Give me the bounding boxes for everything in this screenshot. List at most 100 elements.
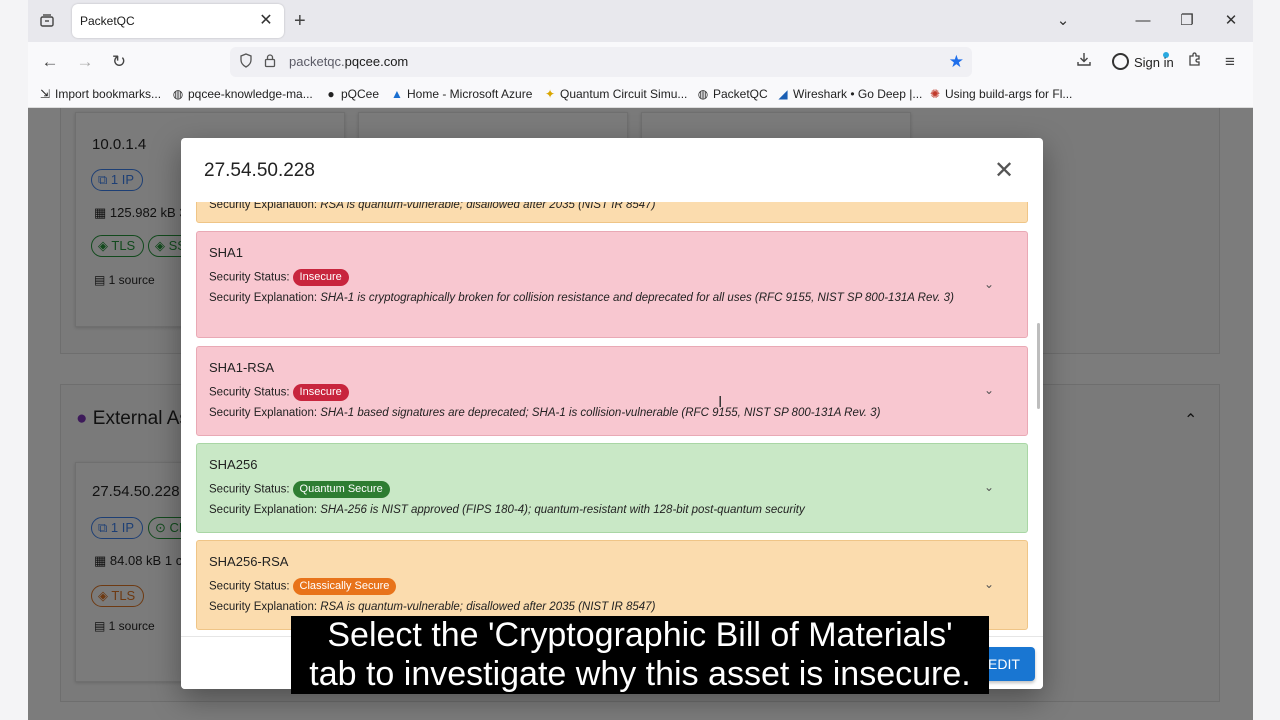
collapse-icon[interactable]: ⌃ <box>1184 410 1197 430</box>
sign-in-button[interactable]: Sign in <box>1106 47 1186 77</box>
download-icon[interactable] <box>1072 51 1096 73</box>
item-explanation: Security Explanation: SHA-1 is cryptogra… <box>209 289 979 308</box>
github-icon: ● <box>327 87 335 101</box>
bookmark-label: pqcee-knowledge-ma... <box>188 87 313 101</box>
sign-in-label: Sign in <box>1134 55 1174 70</box>
globe-icon: ● <box>76 408 88 429</box>
dialog-scrollbar[interactable] <box>1037 323 1040 409</box>
status-badge: Classically Secure <box>292 578 397 595</box>
explanation-text: RSA is quantum-vulnerable; disallowed af… <box>320 601 656 613</box>
bookmark-item[interactable]: ✦ Quantum Circuit Simu... <box>543 87 687 101</box>
bookmark-label: Wireshark • Go Deep |... <box>793 87 923 101</box>
section-title: External As <box>92 408 189 429</box>
size-value: 84.08 kB <box>109 553 162 568</box>
status-row: Security Status: Quantum Secure <box>209 481 390 498</box>
external-assets-title: ● External As <box>76 408 189 430</box>
bookmark-label: Import bookmarks... <box>55 87 162 101</box>
explanation-text: RSA is quantum-vulnerable; disallowed af… <box>320 202 656 211</box>
chip-label: TLS <box>111 588 136 603</box>
explanation-text: SHA-256 is NIST approved (FIPS 180-4); q… <box>320 504 805 516</box>
bookmark-item[interactable]: ◍ PacketQC <box>696 87 768 101</box>
status-label: Security Status: <box>209 483 290 496</box>
tab-packetqc[interactable]: PacketQC ✕ <box>72 4 284 38</box>
tab-dropdown-icon[interactable]: ⌄ <box>1048 8 1078 34</box>
item-explanation: Security Explanation: SHA-256 is NIST ap… <box>209 501 979 520</box>
asset-size: ▦ 125.982 kB 3 <box>94 205 187 221</box>
algorithm-item[interactable]: SHA1-RSA Security Status: Insecure Securi… <box>196 346 1028 436</box>
tls-chip: ◈ TLS <box>91 585 145 607</box>
explanation-label: Security Explanation: <box>209 601 318 613</box>
chevron-down-icon[interactable]: ⌄ <box>981 277 997 293</box>
sources-label: 1 source <box>108 619 155 633</box>
status-row: Security Status: Classically Secure <box>209 578 397 595</box>
bookmark-label: Home - Microsoft Azure <box>407 87 533 101</box>
algorithm-item[interactable]: SHA256 Security Status: Quantum Secure Se… <box>196 443 1028 533</box>
chevron-down-icon[interactable]: ⌄ <box>981 383 997 399</box>
chip-label: 1 IP <box>110 520 135 535</box>
globe-icon: ◍ <box>172 87 184 101</box>
bookmark-item[interactable]: ▲ Home - Microsoft Azure <box>390 87 532 101</box>
forward-icon[interactable]: → <box>73 51 97 73</box>
tab-title: PacketQC <box>80 14 135 28</box>
status-label: Security Status: <box>209 580 290 593</box>
bookmark-star-icon[interactable]: ★ <box>949 52 964 72</box>
reload-icon[interactable]: ↻ <box>107 51 131 73</box>
shield-icon[interactable] <box>237 53 255 71</box>
tls-chip: ◈ TLS <box>91 235 145 257</box>
right-desktop-strip <box>1253 0 1280 720</box>
chip-label: 1 IP <box>110 172 135 187</box>
close-icon[interactable]: ✕ <box>989 156 1019 186</box>
dialog-content[interactable]: Security Explanation: RSA is quantum-vul… <box>196 202 1028 636</box>
status-row: Security Status: Insecure <box>209 269 349 286</box>
minimize-icon[interactable]: — <box>1128 8 1158 34</box>
url-domain: pqcee.com <box>344 54 409 69</box>
flutter-icon: ✺ <box>929 87 941 101</box>
tab-bar: PacketQC ✕ + ⌄ — ❐ ✕ <box>28 0 1253 42</box>
bookmark-item[interactable]: ● pQCee <box>324 87 379 101</box>
url-text[interactable]: packetqc.pqcee.com <box>289 54 408 69</box>
close-tab-icon[interactable]: ✕ <box>256 11 276 31</box>
bookmark-item[interactable]: ✺ Using build-args for Fl... <box>928 87 1072 101</box>
asset-sources: ▤ 1 source <box>94 273 155 287</box>
item-explanation: Security Explanation: RSA is quantum-vul… <box>209 598 979 617</box>
asset-ip: 10.0.1.4 <box>92 136 147 153</box>
item-explanation: Security Explanation: SHA-1 based signat… <box>209 404 979 423</box>
tab-list-icon[interactable] <box>36 10 58 32</box>
bookmark-label: Quantum Circuit Simu... <box>560 87 688 101</box>
globe-icon: ◍ <box>697 87 709 101</box>
size-value: 125.982 kB <box>109 205 176 220</box>
algorithm-item[interactable]: Security Explanation: RSA is quantum-vul… <box>196 202 1028 223</box>
ip-count-chip: ⧉ 1 IP <box>91 169 144 191</box>
extensions-icon[interactable] <box>1183 51 1207 73</box>
menu-icon[interactable]: ≡ <box>1218 51 1242 73</box>
new-tab-icon[interactable]: + <box>294 10 306 32</box>
status-label: Security Status: <box>209 386 290 399</box>
close-window-icon[interactable]: ✕ <box>1216 8 1246 34</box>
lock-icon[interactable] <box>261 53 279 71</box>
bookmark-item[interactable]: ◍ pqcee-knowledge-ma... <box>171 87 313 101</box>
chevron-down-icon[interactable]: ⌄ <box>981 577 997 593</box>
address-bar[interactable]: packetqc.pqcee.com ★ <box>230 47 972 77</box>
asset-sources: ▤ 1 source <box>94 619 155 633</box>
bookmark-label: Using build-args for Fl... <box>945 87 1073 101</box>
ip-count-chip: ⧉ 1 IP <box>91 517 144 539</box>
sources-label: 1 source <box>108 273 155 287</box>
explanation-label: Security Explanation: <box>209 504 318 516</box>
explanation-label: Security Explanation: <box>209 202 318 211</box>
azure-icon: ▲ <box>391 87 403 101</box>
back-icon[interactable]: ← <box>38 51 62 73</box>
asset-detail-dialog: 27.54.50.228 ✕ Security Explanation: RSA… <box>181 138 1043 689</box>
chip-label: TLS <box>111 238 136 253</box>
quantum-icon: ✦ <box>544 87 556 101</box>
bookmark-item[interactable]: ◢ Wireshark • Go Deep |... <box>776 87 922 101</box>
algorithm-name: SHA256 <box>209 457 258 472</box>
chevron-down-icon[interactable]: ⌄ <box>981 480 997 496</box>
algorithm-item[interactable]: SHA1 Security Status: Insecure Security E… <box>196 231 1028 338</box>
import-icon: ⇲ <box>39 87 51 101</box>
left-desktop-strip <box>0 0 28 720</box>
bookmark-item[interactable]: ⇲ Import bookmarks... <box>38 87 161 101</box>
caption-line: Select the 'Cryptographic Bill of Materi… <box>327 616 953 654</box>
restore-icon[interactable]: ❐ <box>1172 8 1202 34</box>
dialog-title: 27.54.50.228 <box>204 160 315 181</box>
status-badge: Insecure <box>292 269 349 286</box>
